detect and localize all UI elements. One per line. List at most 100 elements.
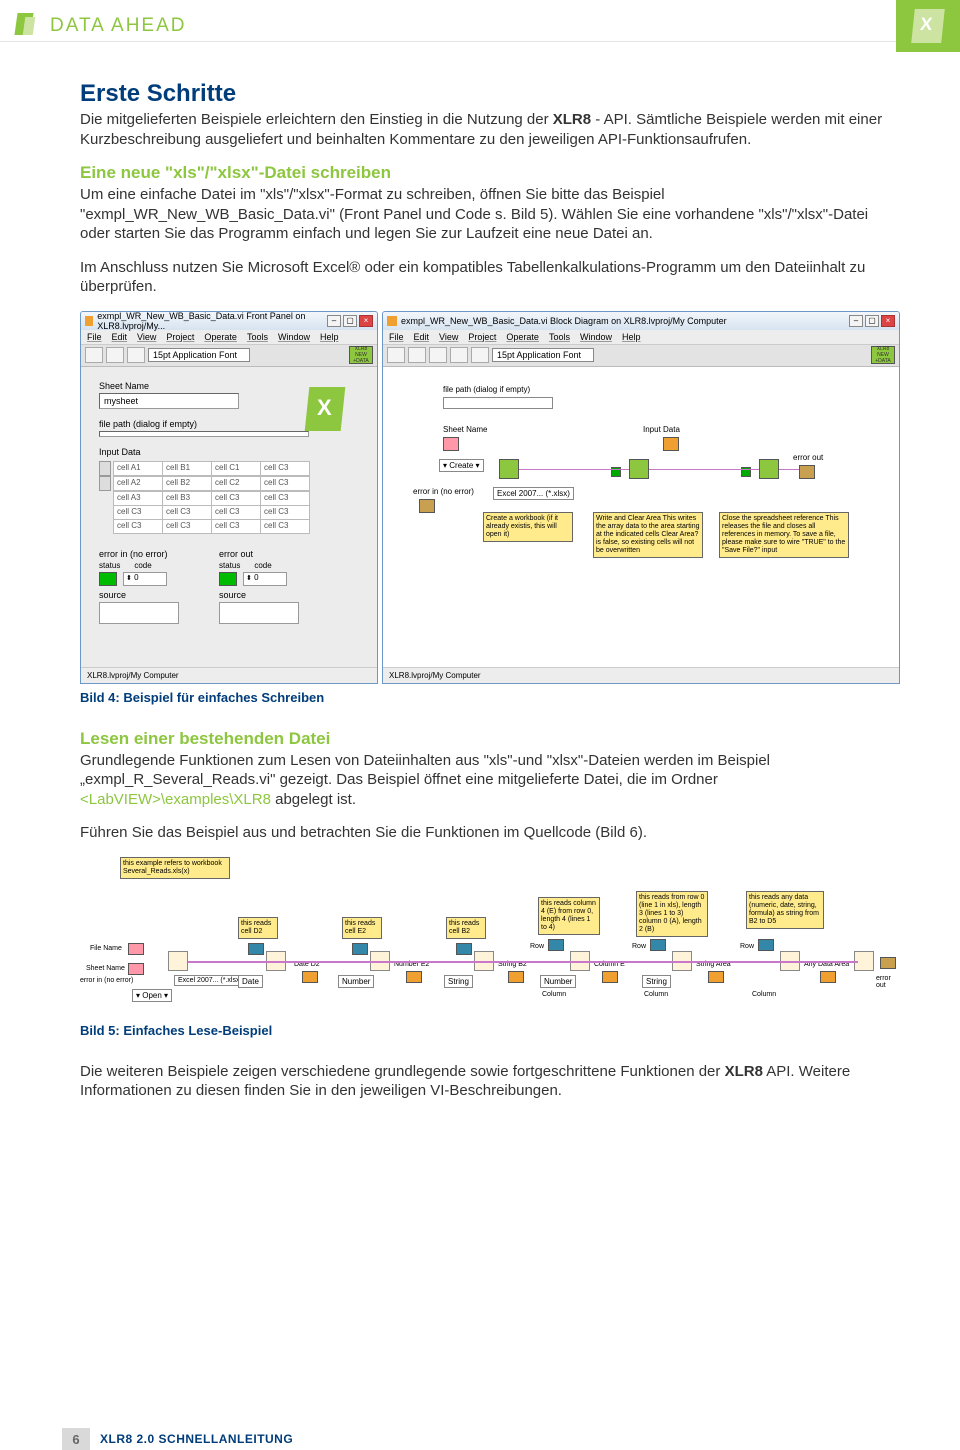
table-cell[interactable]: cell B3 — [162, 491, 212, 506]
string-selector[interactable]: String — [444, 975, 473, 988]
open-selector[interactable]: ▾ Open ▾ — [132, 989, 172, 1002]
section-title-write-file: Eine neue "xls"/"xlsx"-Datei schreiben — [80, 163, 900, 183]
string-b2-indicator[interactable] — [508, 971, 524, 983]
table-cell[interactable]: cell C3 — [211, 491, 261, 506]
text: Die mitgelieferten Beispiele erleichtern… — [80, 111, 553, 128]
table-cell[interactable]: cell C3 — [162, 505, 212, 520]
table-cell[interactable]: cell C3 — [211, 505, 261, 520]
write-range-vi[interactable] — [629, 459, 649, 479]
menu-operate[interactable]: Operate — [204, 332, 237, 342]
excel-format-selector[interactable]: Excel 2007... (*.xlsx) — [174, 975, 246, 986]
excel-format-selector[interactable]: Excel 2007... (*.xlsx) — [493, 487, 574, 500]
number-e2-indicator[interactable] — [406, 971, 422, 983]
sheet-name-input[interactable]: mysheet — [99, 393, 239, 409]
error-in-terminal[interactable] — [419, 499, 435, 513]
menu-help[interactable]: Help — [320, 332, 339, 342]
table-cell[interactable]: cell C2 — [211, 476, 261, 491]
menu-bar[interactable]: File Edit View Project Operate Tools Win… — [81, 330, 377, 345]
table-cell[interactable]: cell A3 — [113, 491, 163, 506]
table-cell[interactable]: cell A2 — [113, 476, 163, 491]
close-button[interactable]: × — [881, 315, 895, 327]
pause-button[interactable] — [429, 347, 447, 363]
file-path-input[interactable] — [99, 431, 309, 437]
minimize-button[interactable]: – — [849, 315, 863, 327]
close-button[interactable]: × — [359, 315, 373, 327]
font-selector[interactable]: 15pt Application Font — [148, 348, 250, 362]
table-cell[interactable]: cell C3 — [260, 491, 310, 506]
sheet-name-terminal[interactable] — [443, 437, 459, 451]
table-cell[interactable]: cell C3 — [162, 519, 212, 534]
sheet-name-terminal[interactable] — [128, 963, 144, 975]
date-selector[interactable]: Date — [238, 975, 263, 988]
menu-help[interactable]: Help — [622, 332, 641, 342]
pause-button[interactable] — [127, 347, 145, 363]
menu-view[interactable]: View — [439, 332, 458, 342]
row-const[interactable] — [548, 939, 564, 951]
table-cell[interactable]: cell C3 — [113, 505, 163, 520]
row-col-const[interactable] — [248, 943, 264, 955]
run-button[interactable] — [387, 347, 405, 363]
error-out-terminal[interactable] — [799, 465, 815, 479]
number-selector[interactable]: Number — [338, 975, 374, 988]
number-selector[interactable]: Number — [540, 975, 576, 988]
page-content: Erste Schritte Die mitgelieferten Beispi… — [0, 52, 960, 1101]
table-cell[interactable]: cell B1 — [162, 461, 212, 476]
menu-project[interactable]: Project — [468, 332, 496, 342]
menu-tools[interactable]: Tools — [549, 332, 570, 342]
column-e-indicator[interactable] — [602, 971, 618, 983]
table-cell[interactable]: cell C3 — [260, 461, 310, 476]
table-cell[interactable]: cell C3 — [260, 519, 310, 534]
table-cell[interactable]: cell B2 — [162, 476, 212, 491]
create-workbook-vi[interactable] — [499, 459, 519, 479]
maximize-button[interactable]: ▢ — [343, 315, 357, 327]
menu-operate[interactable]: Operate — [506, 332, 539, 342]
maximize-button[interactable]: ▢ — [865, 315, 879, 327]
row-const[interactable] — [758, 939, 774, 951]
file-name-label: File Name — [90, 945, 122, 952]
step-button[interactable] — [471, 347, 489, 363]
font-selector[interactable]: 15pt Application Font — [492, 348, 594, 362]
menu-window[interactable]: Window — [580, 332, 612, 342]
table-cell[interactable]: cell C3 — [113, 519, 163, 534]
logo-mark — [16, 13, 42, 39]
run-button[interactable] — [85, 347, 103, 363]
string-selector[interactable]: String — [642, 975, 671, 988]
create-selector[interactable]: ▾ Create ▾ — [439, 459, 484, 472]
error-in-label: error in (no error) — [99, 549, 179, 559]
menu-bar[interactable]: File Edit View Project Operate Tools Win… — [383, 330, 899, 345]
closing-paragraph: Die weiteren Beispiele zeigen verschiede… — [80, 1062, 900, 1101]
row-const[interactable] — [650, 939, 666, 951]
menu-file[interactable]: File — [389, 332, 404, 342]
error-out-terminal[interactable] — [880, 957, 896, 969]
any-data-area-indicator[interactable] — [820, 971, 836, 983]
table-cell[interactable]: cell C1 — [211, 461, 261, 476]
menu-view[interactable]: View — [137, 332, 156, 342]
row-col-const[interactable] — [352, 943, 368, 955]
menu-edit[interactable]: Edit — [112, 332, 128, 342]
run-continuous-button[interactable] — [106, 347, 124, 363]
highlight-button[interactable] — [450, 347, 468, 363]
menu-tools[interactable]: Tools — [247, 332, 268, 342]
open-workbook-vi[interactable] — [168, 951, 188, 971]
string-area-indicator[interactable] — [708, 971, 724, 983]
menu-window[interactable]: Window — [278, 332, 310, 342]
minimize-button[interactable]: – — [327, 315, 341, 327]
file-path-terminal[interactable] — [443, 397, 553, 409]
date-d2-indicator[interactable] — [302, 971, 318, 983]
input-data-terminal[interactable] — [663, 437, 679, 451]
table-cell[interactable]: cell C3 — [211, 519, 261, 534]
window-buttons: – ▢ × — [327, 315, 373, 327]
run-continuous-button[interactable] — [408, 347, 426, 363]
row-label: Row — [632, 943, 646, 950]
table-cell[interactable]: cell A1 — [113, 461, 163, 476]
row-col-const[interactable] — [456, 943, 472, 955]
file-name-terminal[interactable] — [128, 943, 144, 955]
close-workbook-vi[interactable] — [759, 459, 779, 479]
menu-file[interactable]: File — [87, 332, 102, 342]
menu-edit[interactable]: Edit — [414, 332, 430, 342]
table-cell[interactable]: cell C3 — [260, 476, 310, 491]
input-data-table[interactable]: cell A1cell B1cell C1cell C3 cell A2cell… — [99, 461, 359, 533]
table-cell[interactable]: cell C3 — [260, 505, 310, 520]
page-footer: 6 XLR8 2.0 SCHNELLANLEITUNG — [0, 1428, 960, 1450]
menu-project[interactable]: Project — [166, 332, 194, 342]
